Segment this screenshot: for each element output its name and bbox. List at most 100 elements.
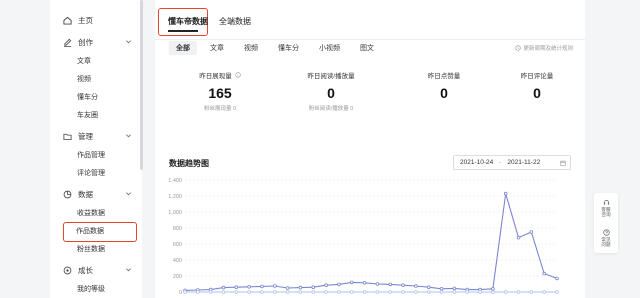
- sidebar-scrollbar[interactable]: [140, 0, 143, 170]
- sidebar-item-video[interactable]: 视频: [50, 71, 142, 89]
- sidebar-group-label: 管理: [78, 131, 93, 141]
- data-point[interactable]: [285, 286, 290, 290]
- data-point[interactable]: [491, 287, 495, 291]
- data-point[interactable]: [542, 290, 546, 294]
- date-range-picker[interactable]: 2021-10-24 - 2021-11-22: [453, 155, 571, 170]
- data-point[interactable]: [388, 282, 393, 287]
- date-start[interactable]: 2021-10-24: [460, 159, 493, 166]
- sidebar-group-manage[interactable]: 管理: [50, 125, 142, 147]
- date-separator: -: [499, 159, 502, 166]
- filter-article[interactable]: 文章: [203, 41, 231, 55]
- data-point[interactable]: [529, 230, 534, 234]
- data-point[interactable]: [426, 290, 431, 294]
- metric-value: 165: [208, 85, 232, 101]
- tab-all-platform-data[interactable]: 全端数据: [219, 16, 251, 27]
- update-rules-link[interactable]: 更新周期及统计规则: [515, 44, 573, 52]
- sidebar-group-label: 数据: [78, 189, 93, 199]
- data-point[interactable]: [285, 290, 290, 294]
- filter-all[interactable]: 全部: [169, 41, 197, 55]
- data-point[interactable]: [452, 286, 457, 291]
- data-point[interactable]: [414, 290, 418, 294]
- sidebar-group-create[interactable]: 创作: [50, 31, 142, 53]
- chevron-down-icon: [125, 266, 132, 273]
- date-end[interactable]: 2021-11-22: [507, 159, 540, 166]
- data-point[interactable]: [247, 285, 251, 289]
- metric-label-text: 昨日展现量: [199, 73, 232, 80]
- data-point[interactable]: [439, 287, 444, 291]
- data-point[interactable]: [183, 290, 187, 294]
- data-point[interactable]: [426, 285, 431, 289]
- data-point[interactable]: [221, 290, 226, 294]
- sidebar: 主页 创作 文章 视频 懂车分 车友圈 管理 作品管理 评论管理 数据 收益数据…: [50, 0, 142, 298]
- data-point[interactable]: [414, 284, 418, 288]
- data-point[interactable]: [298, 290, 303, 294]
- data-point[interactable]: [324, 290, 328, 294]
- sidebar-item-label: 主页: [78, 15, 93, 25]
- data-point[interactable]: [272, 290, 277, 294]
- data-point[interactable]: [478, 290, 482, 294]
- filter-video[interactable]: 视频: [237, 41, 265, 55]
- data-point[interactable]: [247, 290, 251, 294]
- data-point[interactable]: [221, 285, 226, 290]
- chevron-down-icon: [125, 38, 132, 45]
- data-point[interactable]: [452, 290, 457, 294]
- sidebar-item-car-circle[interactable]: 车友圈: [50, 107, 142, 125]
- data-point[interactable]: [349, 280, 354, 285]
- sidebar-item-my-level[interactable]: 我的等级: [50, 281, 142, 298]
- data-point[interactable]: [401, 290, 405, 294]
- data-point[interactable]: [375, 282, 380, 286]
- data-point[interactable]: [298, 285, 303, 290]
- sidebar-item-article[interactable]: 文章: [50, 53, 142, 71]
- data-point[interactable]: [260, 284, 264, 289]
- data-point[interactable]: [375, 290, 380, 294]
- data-point[interactable]: [542, 271, 546, 276]
- data-point[interactable]: [208, 290, 213, 294]
- data-point[interactable]: [555, 276, 559, 281]
- y-tick-label: 200: [173, 274, 182, 280]
- data-point[interactable]: [272, 284, 277, 288]
- clock-icon: [515, 45, 522, 51]
- sidebar-group-label: 创作: [78, 37, 93, 47]
- data-point[interactable]: [529, 290, 534, 294]
- data-point[interactable]: [324, 283, 328, 287]
- data-point[interactable]: [439, 290, 444, 294]
- data-point[interactable]: [234, 290, 239, 294]
- sidebar-item-dongchefen[interactable]: 懂车分: [50, 89, 142, 107]
- sidebar-item-fans-data[interactable]: 粉丝数据: [50, 241, 142, 259]
- sidebar-item-works-data[interactable]: 作品数据: [63, 222, 137, 242]
- data-point[interactable]: [349, 290, 354, 294]
- sidebar-group-growth[interactable]: 成长: [50, 259, 142, 281]
- filter-image-text[interactable]: 图文: [353, 41, 381, 55]
- data-point[interactable]: [555, 290, 559, 294]
- chart-title: 数据趋势图: [169, 159, 209, 168]
- data-point[interactable]: [337, 282, 341, 287]
- sidebar-item-comment-manage[interactable]: 评论管理: [50, 165, 142, 183]
- sidebar-item-works-manage[interactable]: 作品管理: [50, 147, 142, 165]
- data-point[interactable]: [516, 290, 521, 294]
- sidebar-group-data[interactable]: 数据: [50, 183, 142, 205]
- customer-service-button[interactable]: 客服 咨询: [594, 193, 618, 223]
- faq-button[interactable]: 常见 问题: [594, 223, 618, 253]
- data-point[interactable]: [516, 235, 521, 240]
- data-point[interactable]: [260, 290, 264, 294]
- data-point[interactable]: [388, 290, 393, 294]
- data-point[interactable]: [465, 290, 470, 294]
- data-point[interactable]: [196, 290, 200, 294]
- data-point[interactable]: [491, 290, 495, 294]
- data-point[interactable]: [311, 290, 316, 294]
- tab-dongchedi-data[interactable]: 懂车帝数据: [168, 16, 208, 27]
- info-icon[interactable]: [235, 72, 241, 78]
- filter-short-video[interactable]: 小视频: [312, 41, 347, 55]
- data-point[interactable]: [362, 281, 367, 285]
- data-point[interactable]: [234, 285, 239, 289]
- sidebar-item-home[interactable]: 主页: [50, 9, 142, 31]
- data-point[interactable]: [362, 290, 367, 294]
- sidebar-group-label: 成长: [78, 265, 93, 275]
- data-point[interactable]: [337, 290, 341, 294]
- data-point[interactable]: [401, 283, 405, 287]
- data-point[interactable]: [503, 191, 508, 196]
- sidebar-item-revenue-data[interactable]: 收益数据: [50, 205, 142, 223]
- data-point[interactable]: [503, 290, 508, 294]
- filter-dongchefen[interactable]: 懂车分: [271, 41, 306, 55]
- data-point[interactable]: [311, 285, 316, 289]
